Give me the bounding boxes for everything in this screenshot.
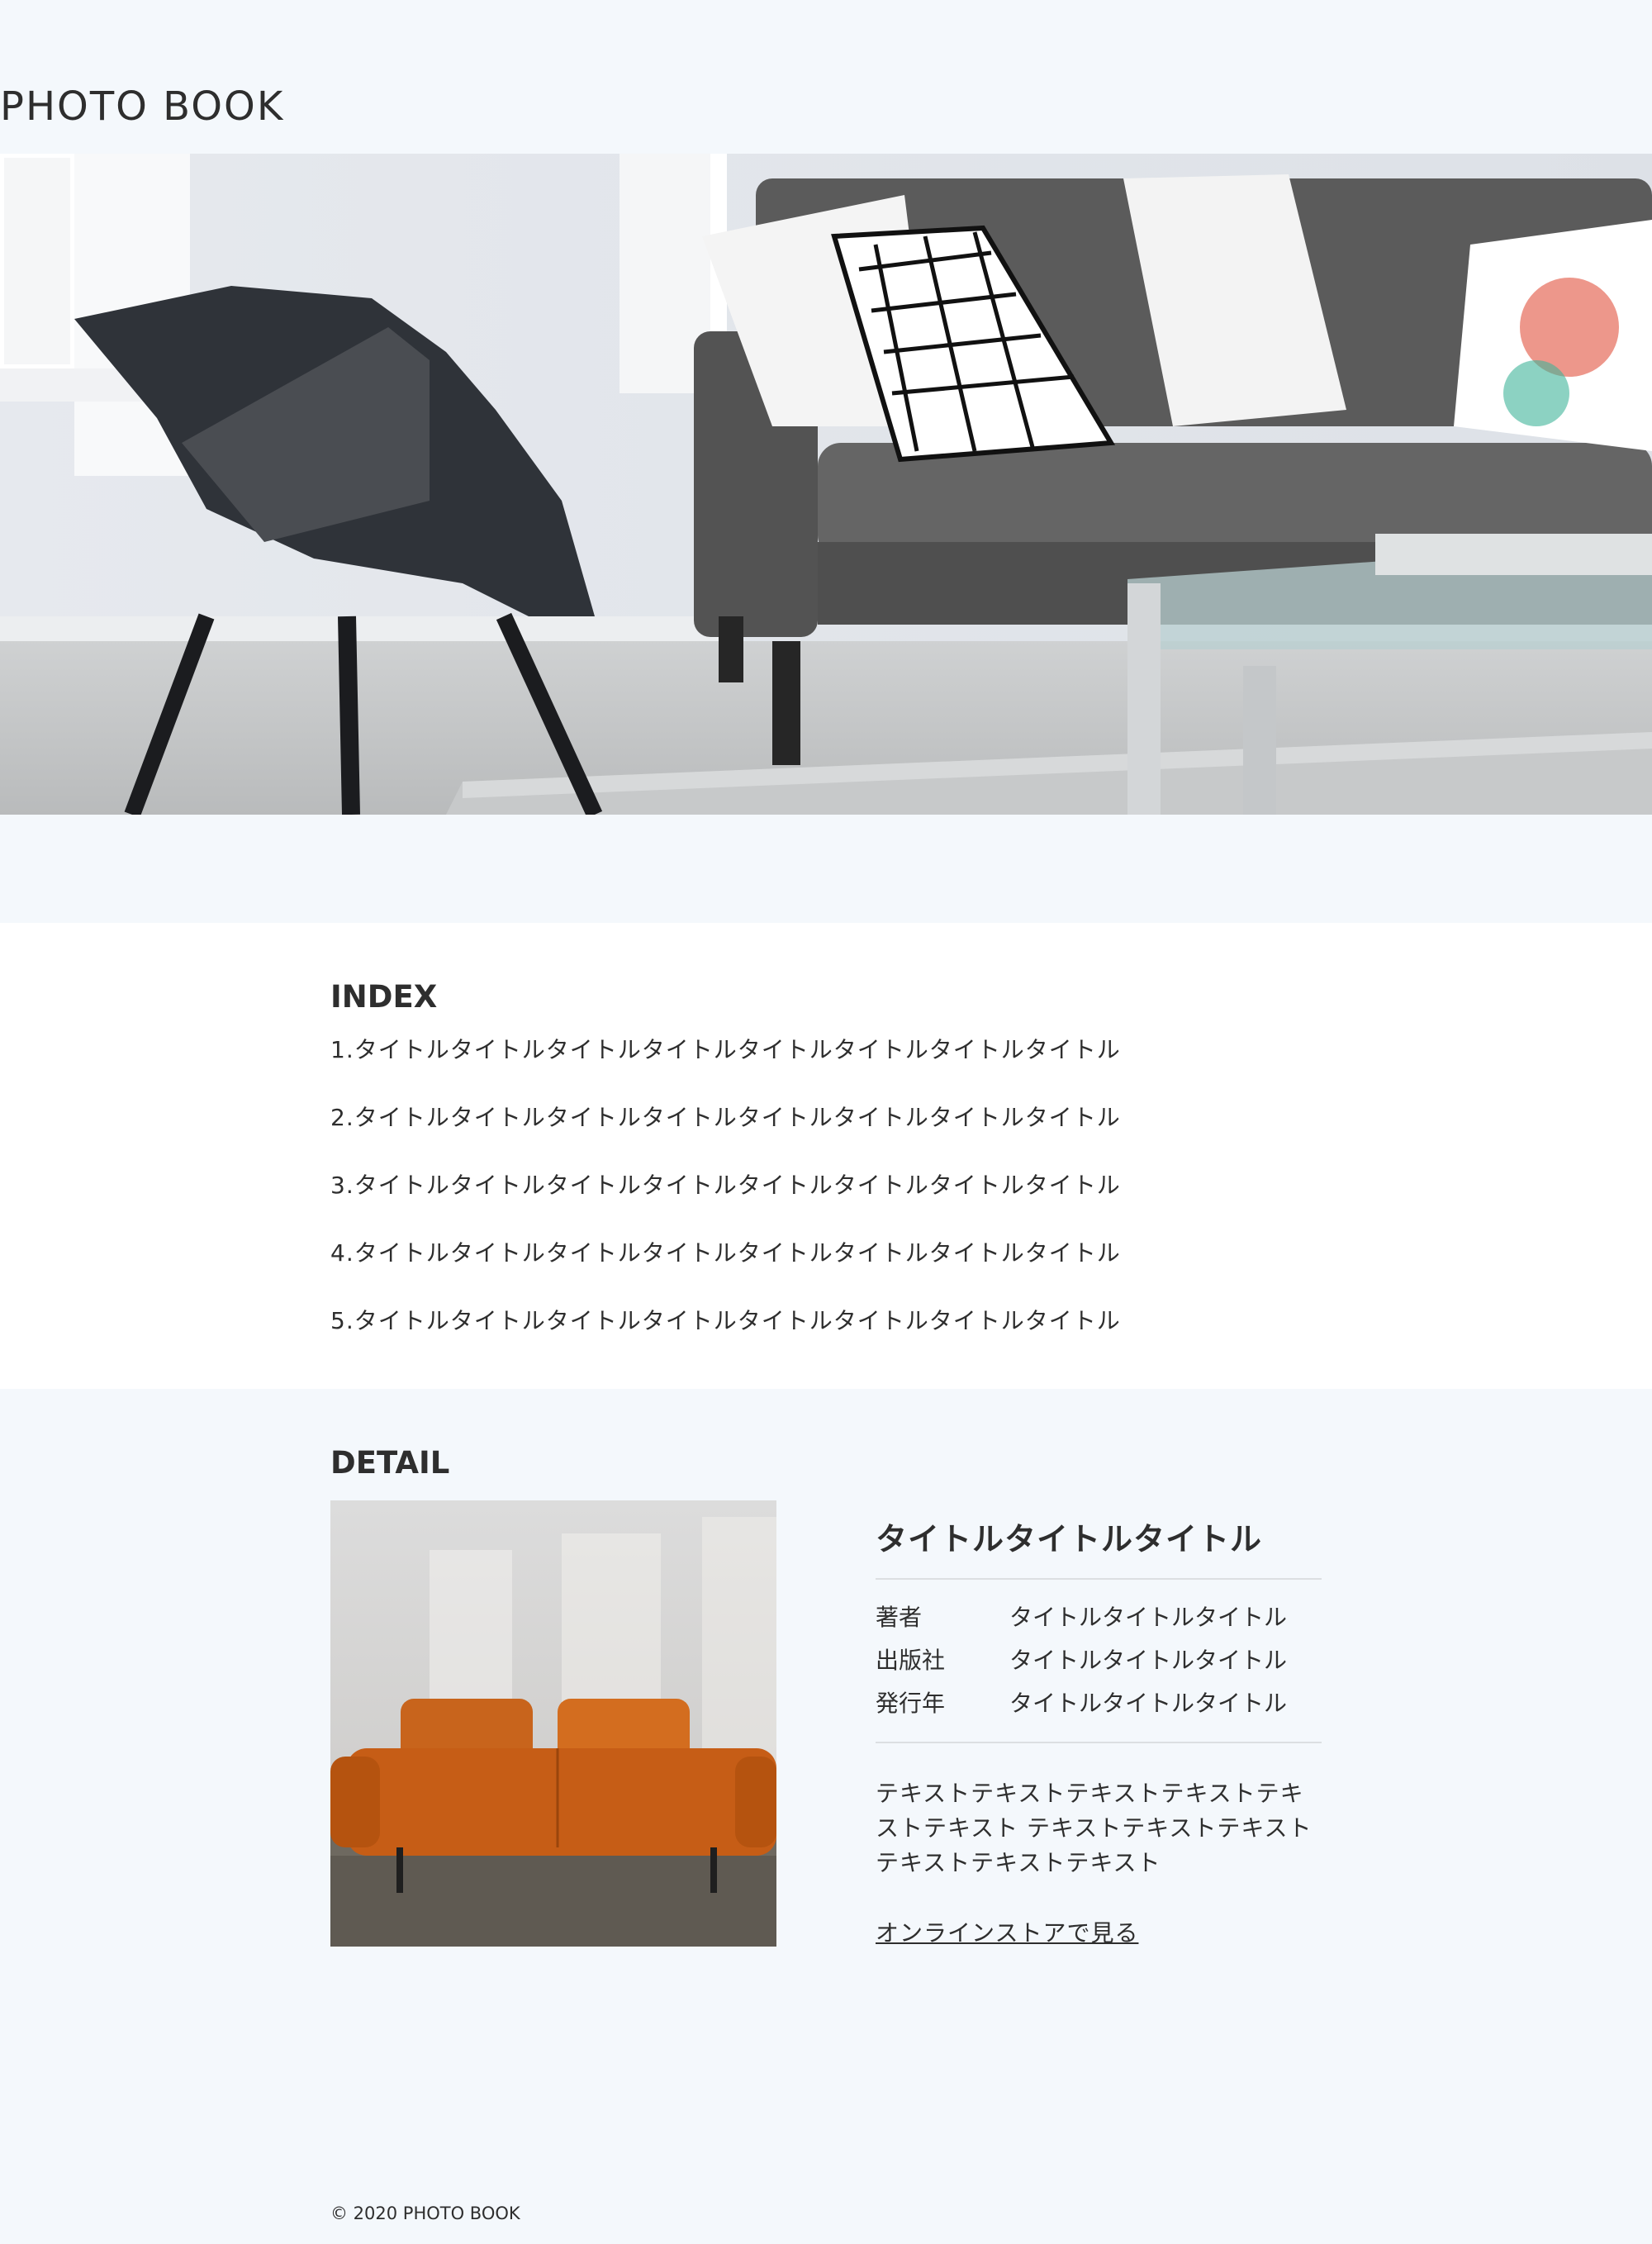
index-list: 1.タイトルタイトルタイトルタイトルタイトルタイトルタイトルタイトル 2.タイト… bbox=[330, 1034, 1121, 1373]
index-heading: INDEX bbox=[330, 979, 438, 1015]
meta-key: 出版社 bbox=[876, 1647, 946, 1674]
detail-info: タイトルタイトルタイトル 著者 タイトルタイトルタイトル 出版社 タイトルタイト… bbox=[876, 1517, 1322, 1950]
hero-image bbox=[0, 154, 1652, 815]
meta-value: タイトルタイトルタイトル bbox=[1009, 1647, 1288, 1674]
divider bbox=[876, 1742, 1322, 1743]
meta-row-year: 発行年 タイトルタイトルタイトル bbox=[876, 1682, 1322, 1725]
index-item[interactable]: 5.タイトルタイトルタイトルタイトルタイトルタイトルタイトルタイトル bbox=[330, 1305, 1121, 1337]
meta-value: タイトルタイトルタイトル bbox=[1009, 1604, 1288, 1631]
meta-table: 著者 タイトルタイトルタイトル 出版社 タイトルタイトルタイトル 発行年 タイト… bbox=[876, 1596, 1322, 1725]
detail-heading: DETAIL bbox=[330, 1445, 450, 1481]
meta-key: 発行年 bbox=[876, 1690, 946, 1717]
meta-value: タイトルタイトルタイトル bbox=[1009, 1690, 1288, 1717]
index-item[interactable]: 2.タイトルタイトルタイトルタイトルタイトルタイトルタイトルタイトル bbox=[330, 1102, 1121, 1134]
online-store-link[interactable]: オンラインストアで見る bbox=[876, 1917, 1138, 1950]
index-item[interactable]: 1.タイトルタイトルタイトルタイトルタイトルタイトルタイトルタイトル bbox=[330, 1034, 1121, 1066]
book-title: タイトルタイトルタイトル bbox=[876, 1521, 1263, 1557]
meta-row-publisher: 出版社 タイトルタイトルタイトル bbox=[876, 1639, 1322, 1682]
meta-key: 著者 bbox=[876, 1604, 923, 1631]
detail-image bbox=[330, 1500, 776, 1947]
index-item[interactable]: 3.タイトルタイトルタイトルタイトルタイトルタイトルタイトルタイトル bbox=[330, 1170, 1121, 1201]
site-title: PHOTO BOOK bbox=[0, 83, 285, 130]
description-text: テキストテキストテキストテキストテキストテキスト テキストテキストテキストテキス… bbox=[876, 1780, 1313, 1876]
divider bbox=[876, 1578, 1322, 1580]
meta-row-author: 著者 タイトルタイトルタイトル bbox=[876, 1596, 1322, 1639]
footer-copyright: © 2020 PHOTO BOOK bbox=[330, 2204, 520, 2223]
index-item[interactable]: 4.タイトルタイトルタイトルタイトルタイトルタイトルタイトルタイトル bbox=[330, 1238, 1121, 1269]
